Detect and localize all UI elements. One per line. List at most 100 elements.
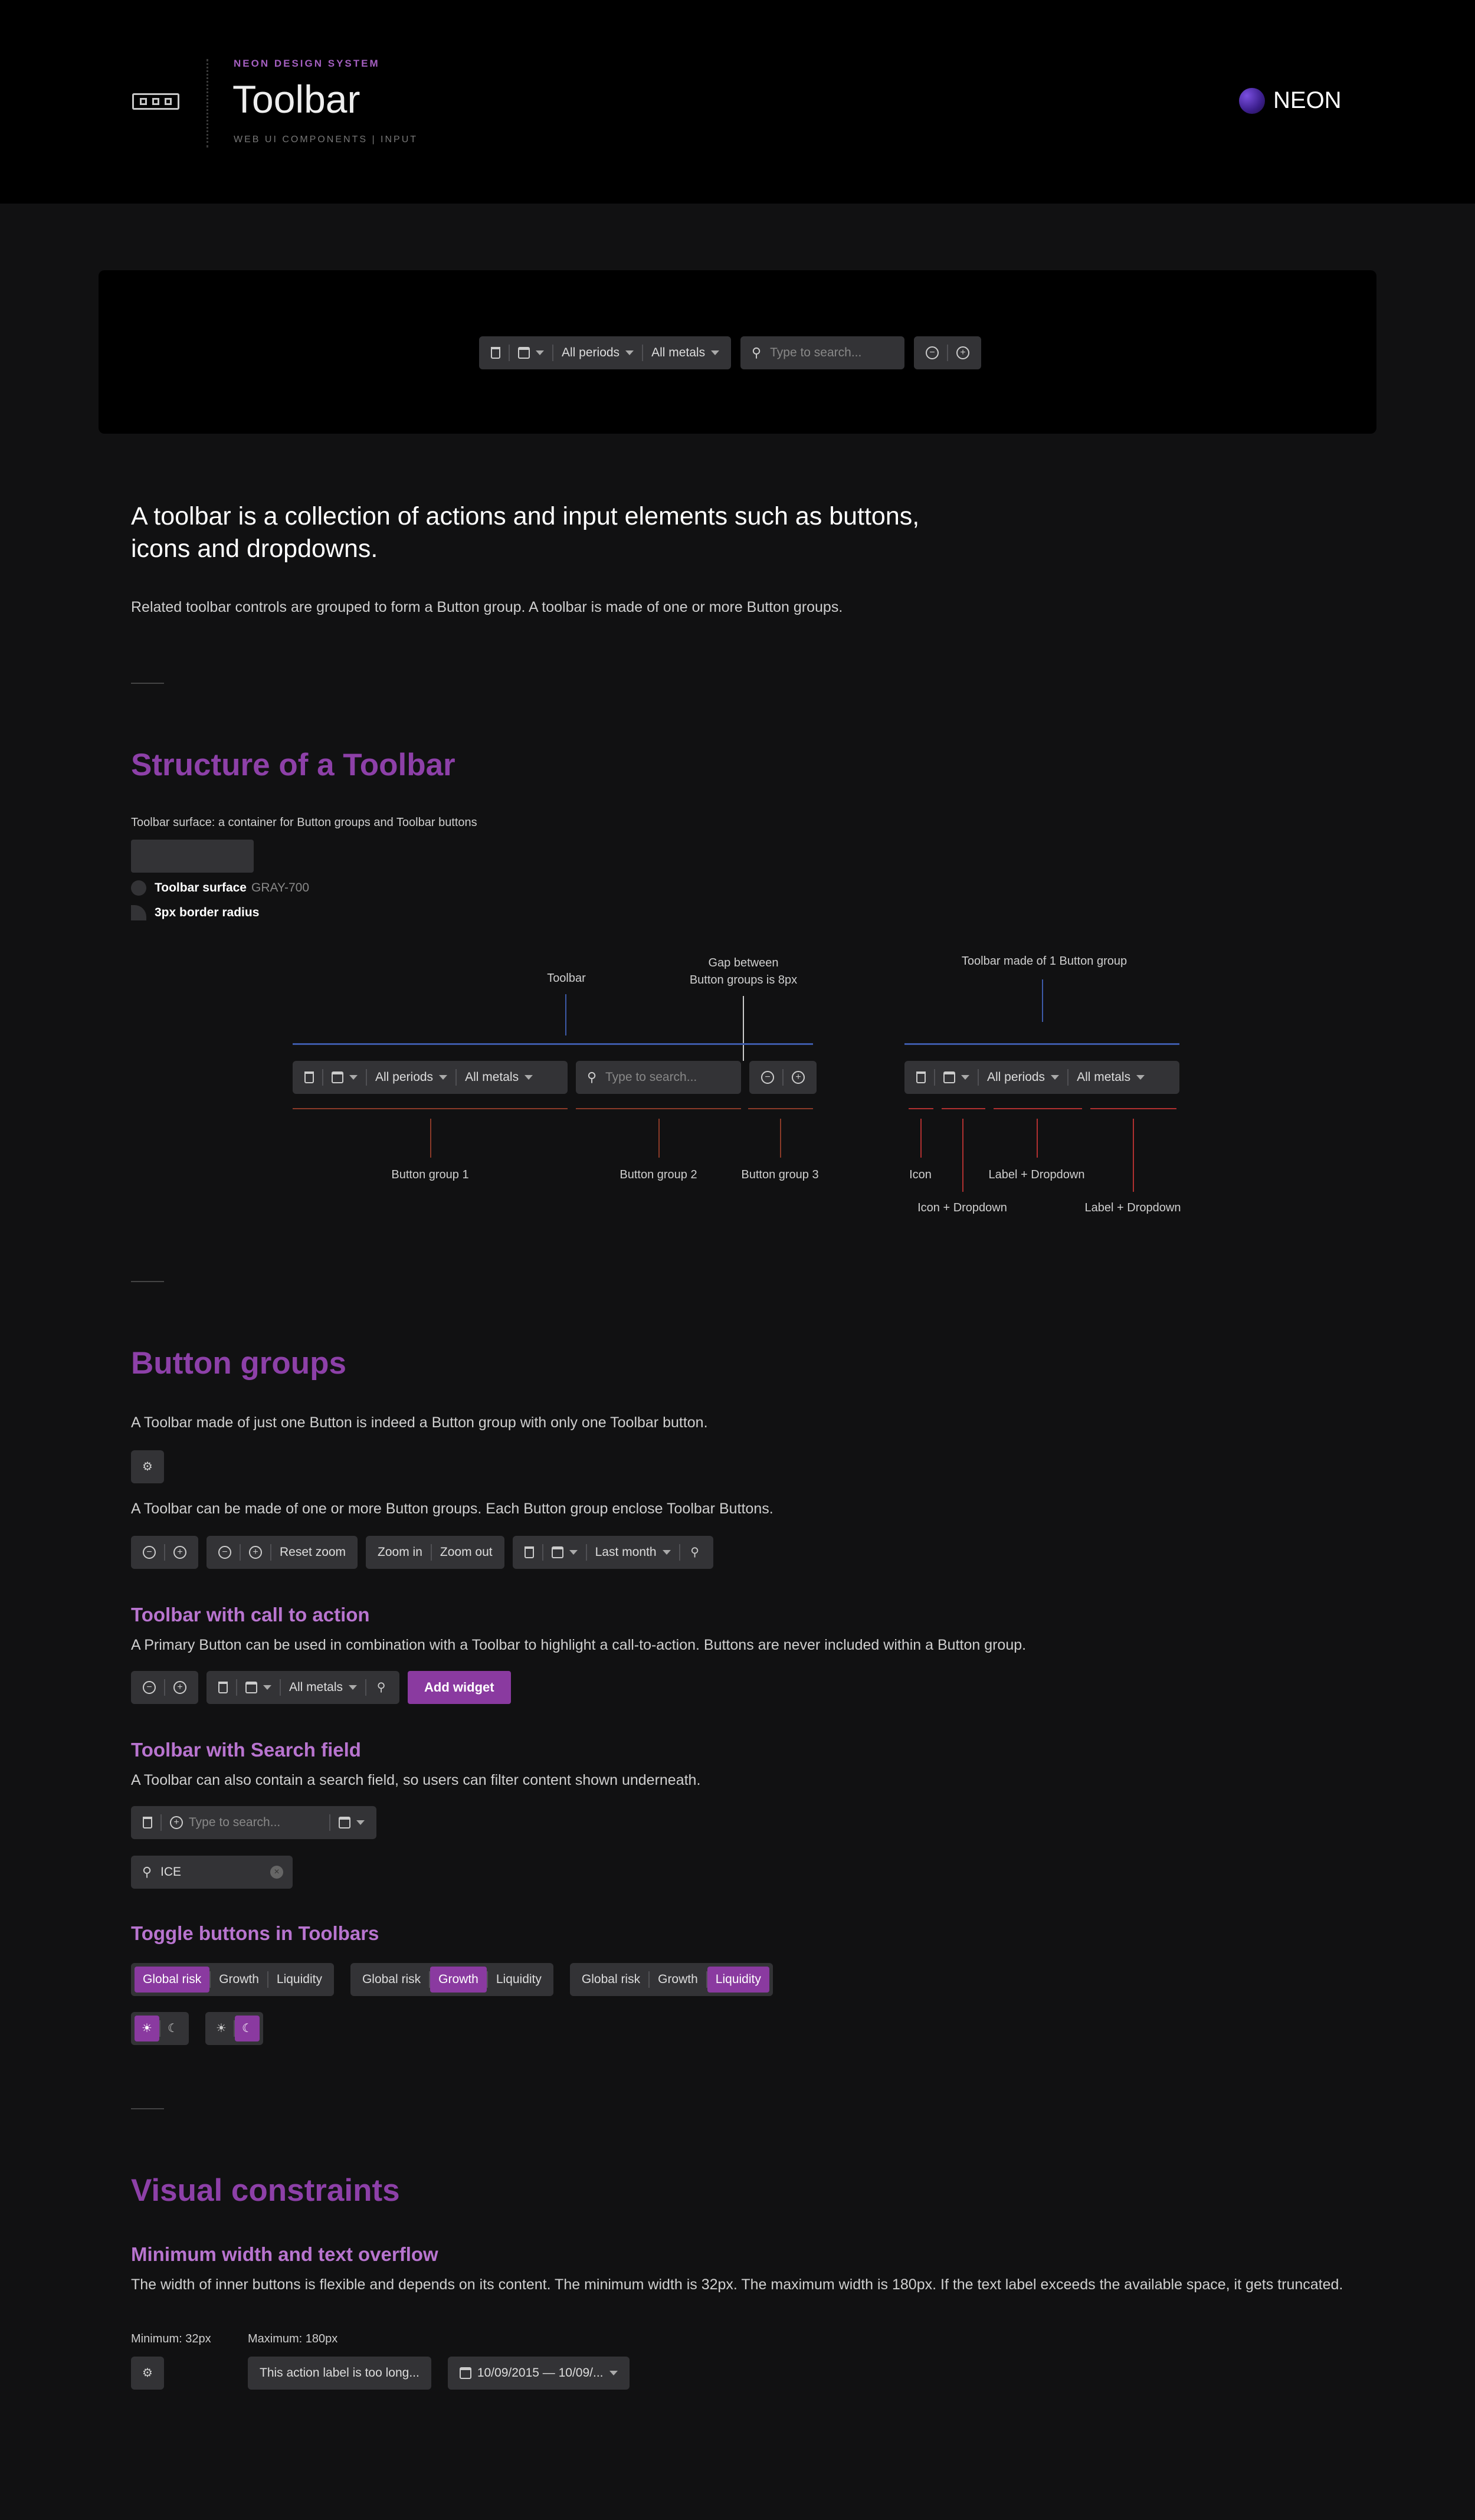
search-text: A Toolbar can also contain a search fiel… xyxy=(131,1772,701,1788)
intro-lead: A toolbar is a collection of actions and… xyxy=(131,502,920,563)
structure-heading: Structure of a Toolbar xyxy=(131,748,455,782)
toggle-liquidity[interactable]: Liquidity xyxy=(707,1967,769,1993)
search-icon: ⚲ xyxy=(142,1864,152,1879)
toggle-global-risk[interactable]: Global risk xyxy=(354,1967,429,1993)
arrow-down-icon xyxy=(565,994,566,1035)
surface-caption: Toolbar surface: a container for Button … xyxy=(131,816,477,829)
dark-mode-toggle[interactable]: ☾ xyxy=(160,2016,185,2041)
group-extent-line xyxy=(748,1108,813,1109)
add-widget-button[interactable]: Add widget xyxy=(408,1671,511,1704)
search-input[interactable]: + Type to search... xyxy=(162,1810,329,1836)
toggle-liquidity[interactable]: Liquidity xyxy=(268,1967,330,1993)
metals-dropdown[interactable]: All metals xyxy=(457,1064,541,1090)
periods-dropdown[interactable]: All periods xyxy=(553,340,642,366)
search-button[interactable]: ⚲ xyxy=(680,1539,710,1565)
last-month-dropdown[interactable]: Last month xyxy=(587,1539,679,1565)
metals-dropdown[interactable]: All metals xyxy=(643,340,727,366)
trash-icon xyxy=(491,347,500,359)
metals-dropdown[interactable]: All metals xyxy=(1068,1064,1153,1090)
delete-button[interactable] xyxy=(135,1810,160,1836)
toggle-heading: Toggle buttons in Toolbars xyxy=(131,1922,379,1944)
zoom-in-text-button[interactable]: Zoom in xyxy=(369,1539,431,1565)
calendar-icon xyxy=(943,1071,955,1083)
annotation-icon-dropdown: Icon + Dropdown xyxy=(917,1201,1007,1214)
theme-toggles: ☀ ☾ ☀ ☾ xyxy=(131,2012,263,2045)
delete-button[interactable] xyxy=(483,340,509,366)
group-extent-line xyxy=(293,1108,568,1109)
zoom-in-button[interactable]: + xyxy=(165,1539,195,1565)
toggle-growth[interactable]: Growth xyxy=(211,1967,267,1993)
annotation-group-3: Button group 3 xyxy=(741,1168,819,1181)
clear-icon[interactable]: × xyxy=(270,1866,283,1879)
zoom-out-button[interactable]: − xyxy=(210,1539,240,1565)
toggle-global-risk[interactable]: Global risk xyxy=(135,1967,210,1993)
constraints-text: The width of inner buttons is flexible a… xyxy=(131,2276,1343,2293)
radius-legend: 3px border radius xyxy=(131,905,259,920)
hero-toolbar: All periods All metals ⚲ Type to search..… xyxy=(479,336,982,369)
intro-body: Related toolbar controls are grouped to … xyxy=(131,599,843,615)
calendar-dropdown[interactable] xyxy=(237,1674,280,1700)
delete-button[interactable] xyxy=(908,1064,934,1090)
search-button[interactable]: ⚲ xyxy=(366,1674,396,1700)
search-toolbar: + Type to search... xyxy=(131,1806,376,1839)
neon-orb-icon xyxy=(1239,87,1265,114)
settings-button[interactable]: ⚙ xyxy=(131,2360,164,2386)
toggle-growth[interactable]: Growth xyxy=(430,1967,487,1993)
reset-zoom-button[interactable]: Reset zoom xyxy=(271,1539,354,1565)
zoom-out-button[interactable]: − xyxy=(135,1674,164,1700)
delete-button[interactable] xyxy=(296,1064,322,1090)
arrow-up-icon xyxy=(658,1119,660,1158)
trash-icon xyxy=(916,1071,926,1083)
page-title: Toolbar xyxy=(232,77,360,121)
search-icon: ⚲ xyxy=(752,345,762,360)
search-field-filled[interactable]: ⚲ ICE × xyxy=(131,1856,293,1889)
annotation-gap: Gap between Button groups is 8px xyxy=(689,956,798,987)
zoom-in-button[interactable]: + xyxy=(241,1539,270,1565)
search-icon: ⚲ xyxy=(376,1681,386,1694)
zoom-out-icon: − xyxy=(143,1546,156,1559)
light-mode-toggle[interactable]: ☀ xyxy=(209,2016,234,2041)
search-input[interactable]: ⚲ Type to search... xyxy=(740,336,905,369)
delete-button[interactable] xyxy=(516,1539,542,1565)
zoom-in-button[interactable]: + xyxy=(784,1064,813,1090)
arrow-up-icon xyxy=(780,1119,781,1158)
zoom-out-button[interactable]: − xyxy=(753,1064,782,1090)
toggle-liquidity[interactable]: Liquidity xyxy=(488,1967,550,1993)
groups-p2: A Toolbar can be made of one or more But… xyxy=(131,1500,773,1517)
toggle-growth[interactable]: Growth xyxy=(650,1967,706,1993)
zoom-in-button[interactable]: + xyxy=(948,340,978,366)
moon-icon: ☾ xyxy=(242,2022,253,2035)
trash-icon xyxy=(143,1817,152,1828)
annotation-group-2: Button group 2 xyxy=(620,1168,697,1181)
zoom-out-button[interactable]: − xyxy=(917,340,947,366)
zoom-out-text-button[interactable]: Zoom out xyxy=(432,1539,501,1565)
long-label-button[interactable]: This action label is too long... xyxy=(251,2360,428,2386)
arrow-up-icon xyxy=(920,1119,922,1158)
zoom-in-button[interactable]: + xyxy=(165,1674,195,1700)
calendar-dropdown[interactable] xyxy=(935,1064,978,1090)
calendar-icon xyxy=(339,1817,350,1828)
toggle-global-risk[interactable]: Global risk xyxy=(573,1967,648,1993)
zoom-out-button[interactable]: − xyxy=(135,1539,164,1565)
cta-text: A Primary Button can be used in combinat… xyxy=(131,1637,1027,1653)
annotation-toolbar: Toolbar xyxy=(547,972,586,985)
light-mode-toggle[interactable]: ☀ xyxy=(135,2016,159,2041)
dark-mode-toggle[interactable]: ☾ xyxy=(235,2016,260,2041)
corner-radius-icon xyxy=(131,905,146,920)
periods-dropdown[interactable]: All periods xyxy=(367,1064,455,1090)
delete-button[interactable] xyxy=(210,1674,236,1700)
settings-button[interactable]: ⚙ xyxy=(131,1454,164,1480)
brand-logo[interactable]: NEON xyxy=(1239,87,1342,114)
calendar-dropdown[interactable] xyxy=(323,1064,366,1090)
metals-dropdown[interactable]: All metals xyxy=(281,1674,365,1700)
section-rule xyxy=(131,1281,164,1282)
calendar-dropdown[interactable] xyxy=(330,1810,373,1836)
calendar-dropdown[interactable] xyxy=(543,1539,586,1565)
date-range-dropdown[interactable]: 10/09/2015 — 10/09/... xyxy=(451,2360,626,2386)
search-icon: ⚲ xyxy=(690,1546,699,1559)
periods-dropdown[interactable]: All periods xyxy=(979,1064,1067,1090)
calendar-dropdown[interactable] xyxy=(510,340,552,366)
search-input[interactable]: ⚲ Type to search... xyxy=(576,1061,741,1094)
annotation-one-group: Toolbar made of 1 Button group xyxy=(961,955,1127,968)
zoom-out-icon: − xyxy=(926,346,939,359)
